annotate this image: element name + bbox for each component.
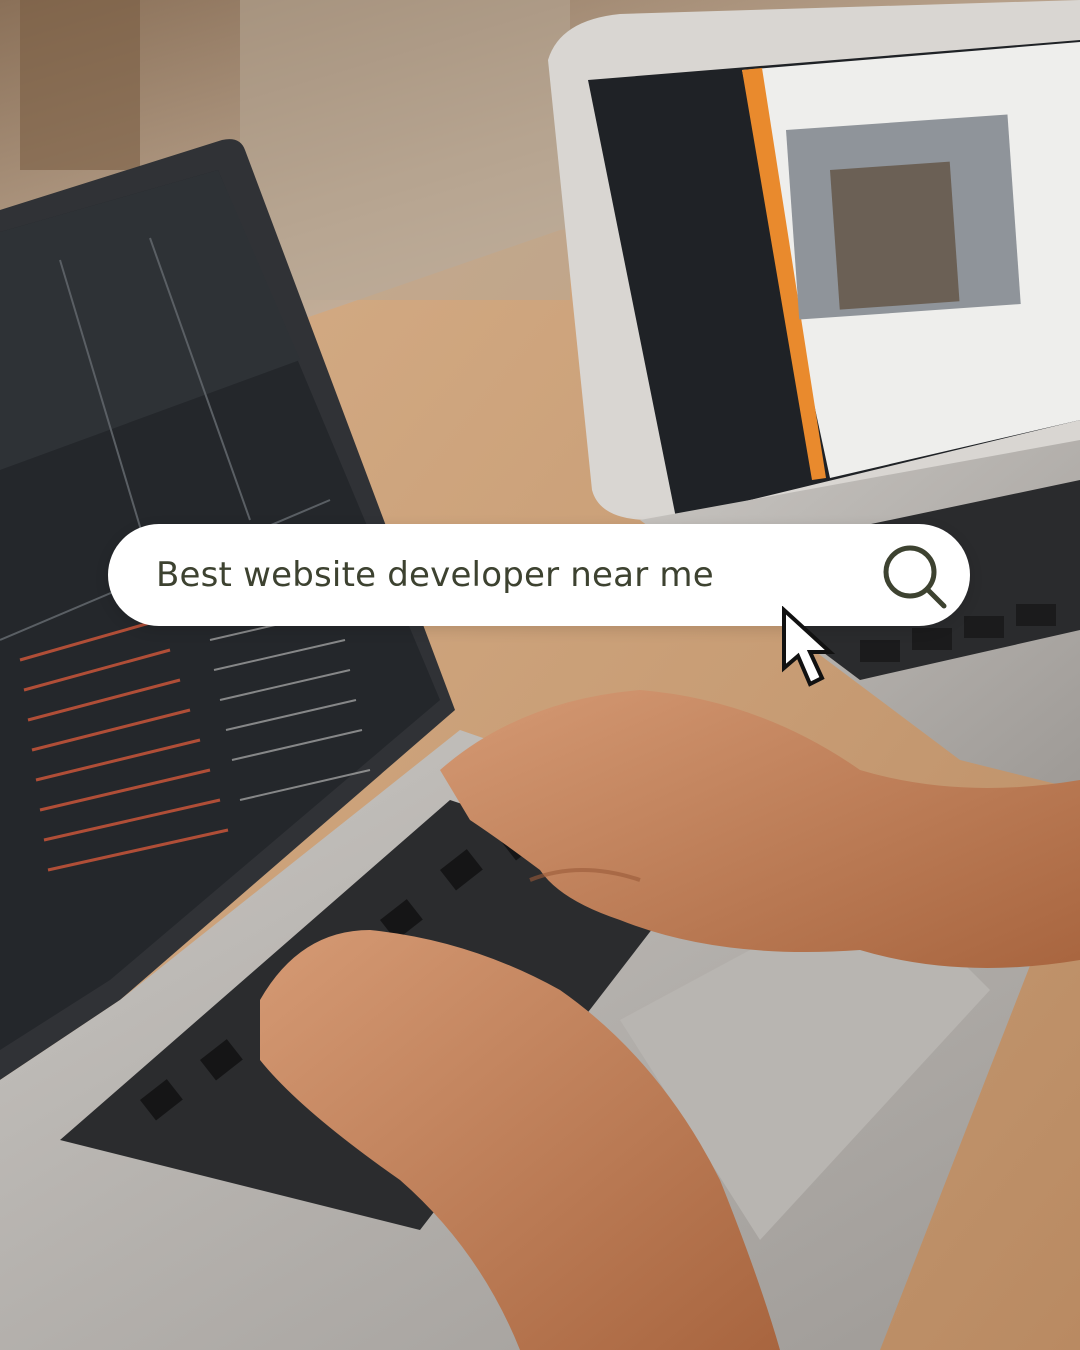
background-photo: [0, 0, 1080, 1350]
search-icon[interactable]: [880, 542, 950, 612]
search-input[interactable]: Best website developer near me: [156, 524, 714, 626]
mouse-pointer-icon: [782, 606, 836, 687]
